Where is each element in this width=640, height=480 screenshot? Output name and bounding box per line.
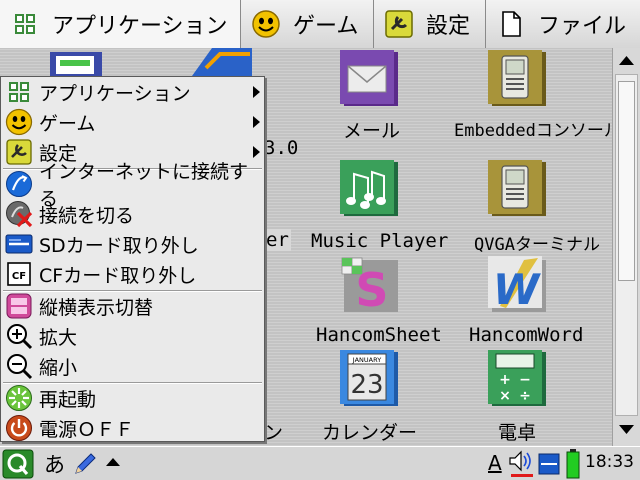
battery-icon[interactable] <box>566 449 580 479</box>
music-icon <box>340 160 398 216</box>
app-music-player-label: Music Player <box>311 230 449 252</box>
disconnect-icon <box>6 201 33 228</box>
svg-text:×: × <box>499 388 511 404</box>
menu-item-zoom-in[interactable]: 拡大 <box>1 321 264 351</box>
sheet-icon: S <box>341 257 398 314</box>
menu-item-label: SDカード取り外し <box>39 234 199 257</box>
calendar-header-text: JANUARY <box>352 356 381 364</box>
menu-item-remove-sd[interactable]: SDカード取り外し <box>1 229 264 259</box>
settings-icon <box>385 10 413 38</box>
tab-applications-label: アプリケーション <box>52 14 228 39</box>
app-embedded-console-label: Embeddedコンソール <box>454 121 621 141</box>
tab-settings[interactable]: 設定 <box>374 0 486 48</box>
ime-indicator[interactable]: あ <box>44 449 65 479</box>
svg-text:÷: ÷ <box>519 388 531 404</box>
calculator-icon: + − × ÷ <box>488 350 546 406</box>
menu-item-zoom-out[interactable]: 縮小 <box>1 351 264 381</box>
vertical-scrollbar[interactable] <box>612 48 640 446</box>
internet-icon <box>6 171 32 197</box>
menu-item-label: 縮小 <box>39 356 78 379</box>
app-mail-label: メール <box>343 120 401 142</box>
svg-text:+: + <box>499 372 511 388</box>
menu-item-connect-internet[interactable]: インターネットに接続する <box>1 161 264 210</box>
scroll-track[interactable] <box>615 74 638 416</box>
tab-settings-label: 設定 <box>426 14 471 39</box>
sd-card-icon <box>5 234 33 254</box>
menu-item-label: 拡大 <box>39 326 78 349</box>
word-icon: W <box>488 256 546 314</box>
menu-item-label: アプリケーション <box>39 82 191 105</box>
clock[interactable]: 18:33 <box>585 452 634 472</box>
menu-item-restart[interactable]: 再起動 <box>1 383 264 413</box>
cf-card-icon: CF <box>7 262 31 286</box>
menu-item-label: 電源ＯＦＦ <box>39 418 135 441</box>
start-button-icon[interactable] <box>2 449 34 479</box>
power-icon <box>6 415 32 441</box>
menu-item-label: 縦横表示切替 <box>39 296 154 319</box>
smiley-icon <box>5 108 33 136</box>
console-icon <box>488 50 546 106</box>
mail-icon <box>340 50 398 106</box>
pen-icon[interactable] <box>72 451 98 477</box>
tab-games[interactable]: ゲーム <box>241 0 374 48</box>
apps-grid-icon <box>9 82 29 102</box>
scroll-down-arrow-icon[interactable] <box>613 416 640 442</box>
tab-files-label: ファイル <box>538 14 627 39</box>
submenu-arrow-icon <box>253 86 260 98</box>
apps-grid-icon <box>15 14 35 34</box>
scroll-thumb[interactable] <box>618 81 635 281</box>
menu-item-label: 接続を切る <box>39 204 135 227</box>
menu-item-power-off[interactable]: 電源ＯＦＦ <box>1 413 264 443</box>
tray-expand-arrow-icon[interactable] <box>106 458 120 466</box>
partial-label-version: 3.0 <box>264 137 299 159</box>
partial-label-er: er <box>264 229 291 251</box>
sd-card-status-icon[interactable] <box>538 450 560 478</box>
menu-item-label: CFカード取り外し <box>39 264 197 287</box>
partial-label-n: ン <box>264 422 284 444</box>
tab-bar: アプリケーション ゲーム 設定 ファイル <box>0 0 640 48</box>
zoom-out-icon <box>7 354 33 380</box>
calendar-icon: JANUARY 23 <box>340 350 398 406</box>
partial-app-icon-2[interactable] <box>192 48 252 76</box>
svg-text:−: − <box>519 372 531 388</box>
menu-item-label: ゲーム <box>39 112 96 135</box>
keyboard-indicator-label: A <box>488 451 502 475</box>
settings-icon <box>6 139 32 165</box>
menu-item-label: 再起動 <box>39 388 97 411</box>
taskbar: あ A 18:33 <box>0 446 640 480</box>
svg-text:W: W <box>493 265 542 314</box>
terminal-icon <box>488 160 546 216</box>
menu-item-disconnect[interactable]: 接続を切る <box>1 199 264 229</box>
menu-item-remove-cf[interactable]: CF CFカード取り外し <box>1 259 264 289</box>
app-calendar-label: カレンダー <box>322 422 418 444</box>
app-hancom-word-label: HancomWord <box>469 324 584 346</box>
submenu-arrow-icon <box>253 116 260 128</box>
menu-item-games[interactable]: ゲーム <box>1 107 264 137</box>
menu-item-rotate-display[interactable]: 縦横表示切替 <box>1 291 264 321</box>
tab-games-label: ゲーム <box>293 14 359 39</box>
app-qvga-terminal-label: QVGAターミナル <box>474 235 600 255</box>
zoom-in-icon <box>7 324 33 350</box>
app-calculator-label: 電卓 <box>498 422 537 444</box>
tab-files[interactable]: ファイル <box>486 0 640 48</box>
start-menu: アプリケーション ゲーム 設定 インターネットに接続する 接続を切る SDカード… <box>0 76 265 442</box>
file-icon <box>502 11 521 37</box>
scroll-up-arrow-icon[interactable] <box>613 48 640 74</box>
app-hancom-sheet-label: HancomSheet <box>316 324 442 346</box>
speaker-icon[interactable] <box>507 448 535 478</box>
cf-badge-text: CF <box>12 271 26 282</box>
keyboard-indicator[interactable]: A <box>484 449 506 479</box>
calendar-day-text: 23 <box>350 370 383 400</box>
restart-icon <box>6 385 32 411</box>
smiley-icon <box>252 10 280 38</box>
rotate-icon <box>6 293 32 319</box>
partial-app-icon[interactable] <box>48 52 108 78</box>
tab-applications[interactable]: アプリケーション <box>0 0 241 48</box>
svg-text:S: S <box>355 263 388 314</box>
menu-item-applications[interactable]: アプリケーション <box>1 77 264 107</box>
